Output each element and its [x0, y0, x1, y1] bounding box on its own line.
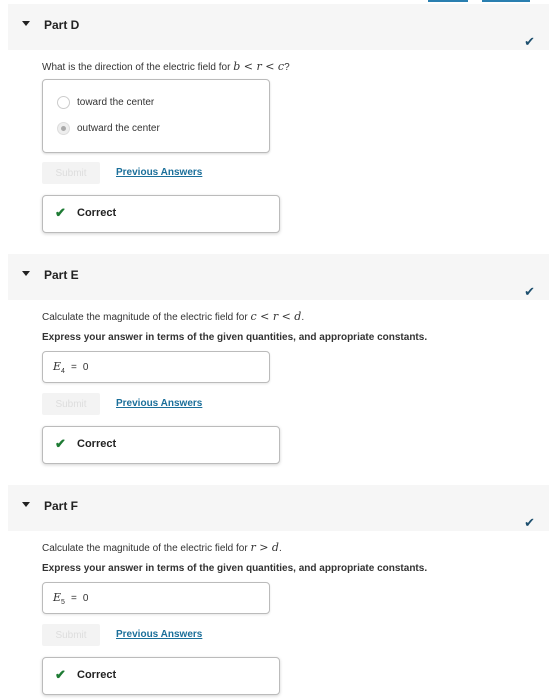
question-text: What is the direction of the electric fi… — [42, 60, 290, 73]
previous-answers-link[interactable]: Previous Answers — [116, 629, 202, 640]
part-f-header[interactable]: Part F ✔ — [8, 485, 549, 531]
instruction-text: Express your answer in terms of the give… — [42, 563, 428, 574]
submit-button[interactable]: Submit — [42, 162, 100, 184]
submit-button[interactable]: Submit — [42, 393, 100, 415]
answer-value: 0 — [82, 362, 89, 373]
complete-check-icon: ✔ — [524, 34, 535, 49]
previous-answers-link[interactable]: Previous Answers — [116, 167, 202, 178]
part-e-header[interactable]: Part E ✔ — [8, 254, 549, 300]
radio-button[interactable] — [57, 96, 70, 109]
part-title: Part E — [44, 268, 79, 282]
math-expression: b < r < c — [233, 60, 285, 73]
choice-toward-center[interactable]: toward the center — [57, 96, 154, 109]
collapse-triangle-icon[interactable] — [22, 21, 30, 26]
feedback-correct: ✔ Correct — [42, 195, 280, 233]
choice-outward-center[interactable]: outward the center — [57, 122, 160, 135]
feedback-correct: ✔ Correct — [42, 657, 280, 695]
part-title: Part F — [44, 499, 79, 513]
collapse-triangle-icon[interactable] — [22, 502, 30, 507]
feedback-correct: ✔ Correct — [42, 426, 280, 464]
math-expression: c < r < d — [250, 310, 302, 323]
previous-answers-link[interactable]: Previous Answers — [116, 398, 202, 409]
question-text: Calculate the magnitude of the electric … — [42, 310, 305, 323]
radio-button-selected[interactable] — [57, 122, 70, 135]
choice-group: toward the center outward the center — [42, 79, 270, 153]
part-title: Part D — [44, 18, 80, 32]
green-check-icon: ✔ — [55, 667, 66, 682]
top-link-underline[interactable] — [428, 0, 468, 2]
top-link-underline[interactable] — [482, 0, 530, 2]
math-expression: r > d — [250, 541, 279, 554]
question-text: Calculate the magnitude of the electric … — [42, 541, 282, 554]
collapse-triangle-icon[interactable] — [22, 271, 30, 276]
instruction-text: Express your answer in terms of the give… — [42, 332, 428, 343]
answer-value: 0 — [82, 593, 89, 604]
complete-check-icon: ✔ — [524, 284, 535, 299]
green-check-icon: ✔ — [55, 205, 66, 220]
part-d-header[interactable]: Part D ✔ — [8, 4, 549, 50]
submit-button[interactable]: Submit — [42, 624, 100, 646]
complete-check-icon: ✔ — [524, 515, 535, 530]
answer-field[interactable]: E4 = 0 — [42, 351, 270, 383]
green-check-icon: ✔ — [55, 436, 66, 451]
answer-field[interactable]: E5 = 0 — [42, 582, 270, 614]
